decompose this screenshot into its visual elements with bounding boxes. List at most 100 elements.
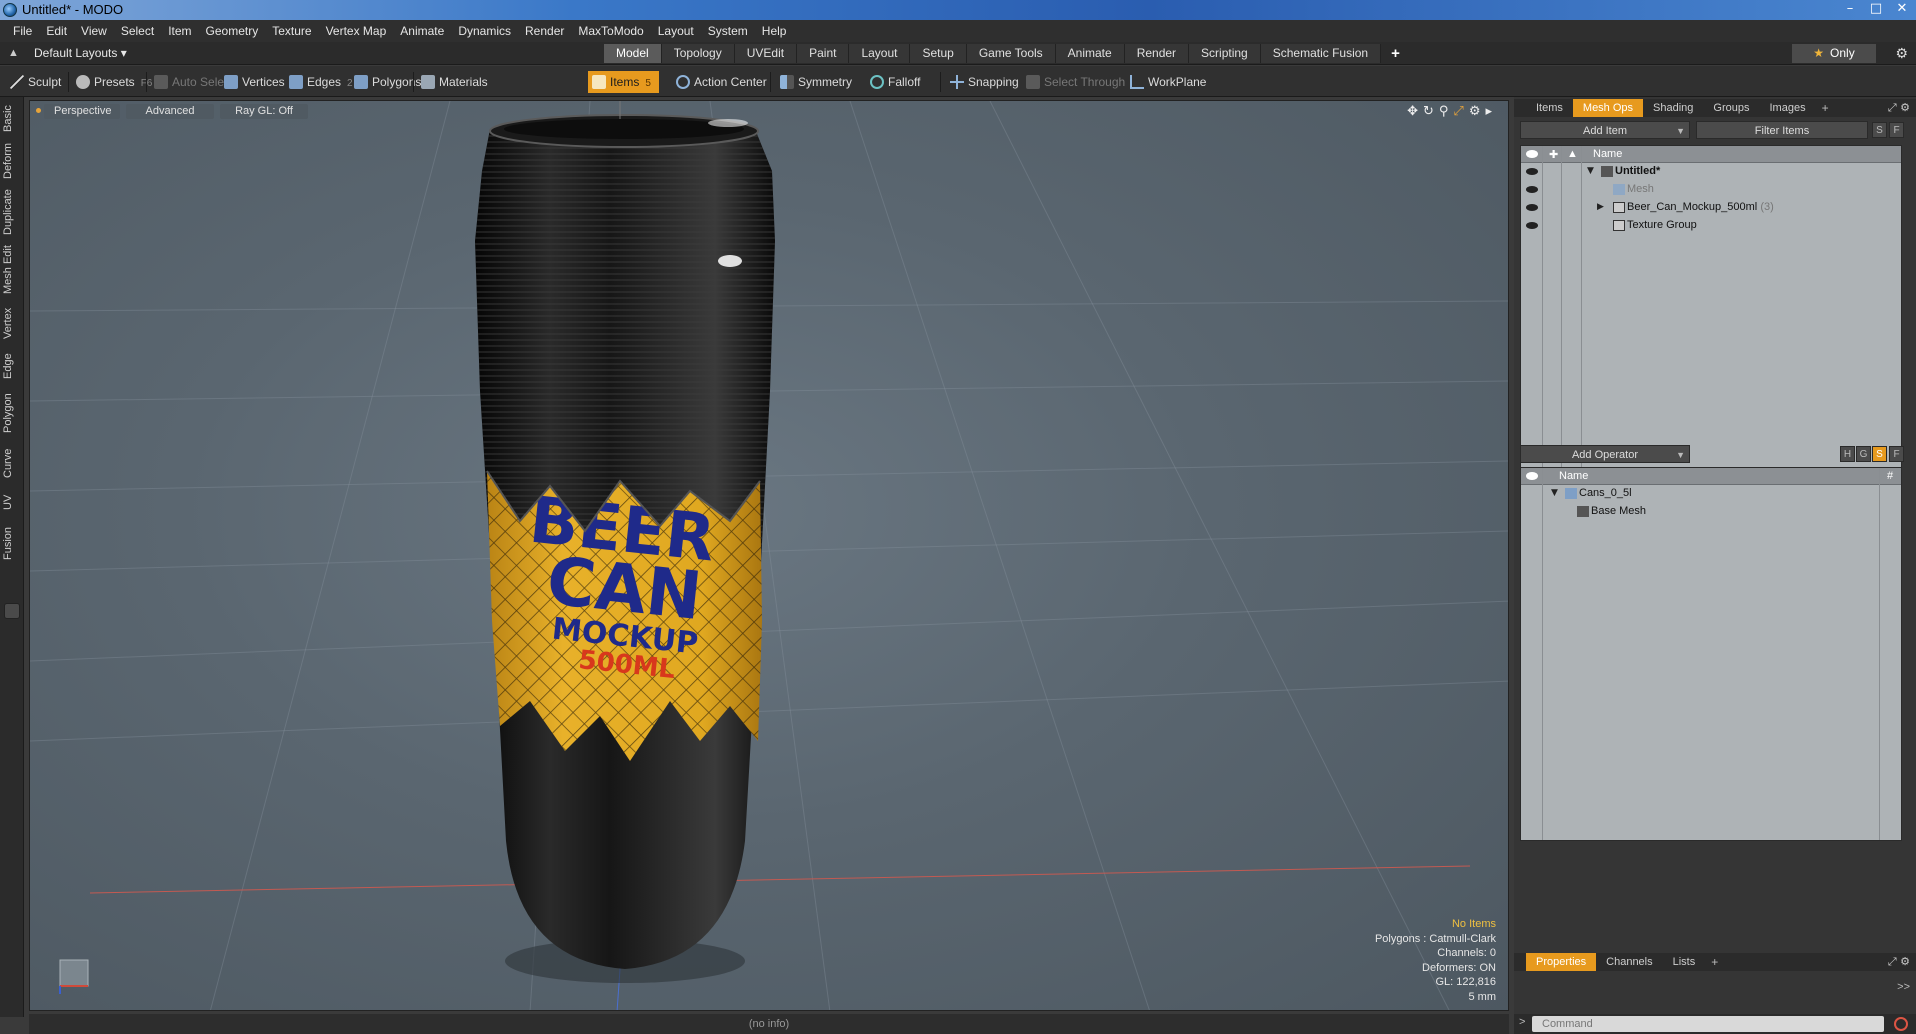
filter-items-field[interactable]: Filter Items — [1696, 121, 1868, 139]
menu-help[interactable]: Help — [755, 24, 794, 38]
menu-view[interactable]: View — [74, 24, 114, 38]
sculpt-button[interactable]: Sculpt — [6, 71, 61, 93]
left-tab-duplicate[interactable]: Duplicate — [2, 187, 22, 237]
left-tab-uv[interactable]: UV — [2, 489, 22, 515]
expand-icon[interactable]: ▶ — [1597, 202, 1604, 212]
menu-layout[interactable]: Layout — [651, 24, 701, 38]
layout-dropdown[interactable]: Default Layouts ▾ — [34, 46, 127, 60]
add-tab-icon[interactable]: + — [1381, 44, 1410, 63]
polygons-button[interactable]: Polygons — [350, 71, 421, 93]
layout-toggle-icon[interactable]: ▲ — [8, 47, 20, 59]
left-tab-fusion[interactable]: Fusion — [2, 521, 22, 565]
record-macro-icon[interactable] — [1894, 1017, 1908, 1031]
presets-button[interactable]: PresetsF6 — [72, 71, 152, 93]
mesh-ops-name-header[interactable]: Name — [1559, 470, 1588, 482]
minimize-icon[interactable]: – — [1840, 0, 1860, 18]
left-tab-basic[interactable]: Basic — [2, 103, 22, 135]
mesh-ops-g-button[interactable]: G — [1856, 446, 1871, 462]
add-properties-tab-icon[interactable]: + — [1705, 955, 1724, 969]
falloff-button[interactable]: Falloff — [866, 71, 920, 93]
action-center-button[interactable]: Action Center — [672, 71, 767, 93]
items-f-button[interactable]: F — [1889, 122, 1904, 138]
list-item-texture-group[interactable]: Texture Group — [1521, 217, 1901, 235]
menu-edit[interactable]: Edit — [39, 24, 74, 38]
mesh-ops-f-button[interactable]: F — [1889, 446, 1904, 462]
viewport-expand-icon[interactable]: ▸ — [1485, 104, 1492, 119]
symmetry-button[interactable]: Symmetry — [776, 71, 852, 93]
tab-lists[interactable]: Lists — [1663, 953, 1706, 971]
tab-items[interactable]: Items — [1526, 99, 1573, 117]
tab-topology[interactable]: Topology — [661, 44, 735, 63]
tab-setup[interactable]: Setup — [910, 44, 967, 63]
left-panel-toggle[interactable] — [4, 603, 20, 619]
eye-icon[interactable] — [1526, 168, 1538, 175]
tab-groups[interactable]: Groups — [1703, 99, 1759, 117]
menu-texture[interactable]: Texture — [265, 24, 318, 38]
left-tab-deform[interactable]: Deform — [2, 141, 22, 181]
menu-animate[interactable]: Animate — [393, 24, 451, 38]
edges-button[interactable]: Edges 2 — [285, 71, 353, 93]
left-tab-mesh-edit[interactable]: Mesh Edit — [2, 243, 22, 297]
gear-icon[interactable]: ⚙ — [1895, 45, 1908, 62]
expand-properties-button[interactable]: >> — [1897, 981, 1910, 993]
collapse-icon[interactable]: ▼ — [1587, 166, 1594, 176]
menu-geometry[interactable]: Geometry — [199, 24, 266, 38]
tab-scripting[interactable]: Scripting — [1189, 44, 1261, 63]
select-through-button[interactable]: Select Through — [1022, 71, 1125, 93]
panel-options-icon[interactable]: ⤢ ⚙ — [1888, 101, 1910, 115]
snapping-button[interactable]: Snapping — [946, 71, 1019, 93]
mesh-op-cans[interactable]: ▼ Cans_0_5l — [1521, 485, 1901, 503]
tab-shading[interactable]: Shading — [1643, 99, 1703, 117]
materials-button[interactable]: Materials — [417, 71, 488, 93]
workplane-button[interactable]: WorkPlane — [1126, 71, 1206, 93]
viewport-menu-dot-icon[interactable] — [36, 108, 41, 113]
view-type-dropdown[interactable]: Perspective — [44, 104, 120, 119]
tab-game-tools[interactable]: Game Tools — [966, 44, 1056, 63]
add-panel-tab-icon[interactable]: + — [1816, 101, 1835, 115]
raygl-toggle[interactable]: Ray GL: Off — [220, 104, 308, 119]
eye-icon[interactable] — [1526, 186, 1538, 193]
mesh-ops-s-button[interactable]: S — [1872, 446, 1887, 462]
left-tab-edge[interactable]: Edge — [2, 349, 22, 383]
list-item-mesh[interactable]: Mesh — [1521, 181, 1901, 199]
properties-options-icon[interactable]: ⤢ ⚙ — [1888, 955, 1910, 969]
eye-icon[interactable] — [1526, 204, 1538, 211]
list-item-beer-can[interactable]: ▶ Beer_Can_Mockup_500ml (3) — [1521, 199, 1901, 217]
tab-model[interactable]: Model — [604, 44, 662, 63]
menu-item[interactable]: Item — [161, 24, 198, 38]
eye-icon[interactable] — [1526, 222, 1538, 229]
tab-mesh-ops[interactable]: Mesh Ops — [1572, 99, 1644, 117]
tab-paint[interactable]: Paint — [797, 44, 850, 63]
shading-dropdown[interactable]: Advanced — [126, 104, 214, 119]
menu-file[interactable]: File — [6, 24, 39, 38]
zoom-icon[interactable]: ⚲ — [1439, 104, 1449, 119]
fit-view-icon[interactable]: ⤢ — [1453, 104, 1463, 119]
tab-properties[interactable]: Properties — [1526, 953, 1597, 971]
add-operator-dropdown[interactable]: Add Operator ▼ — [1520, 445, 1690, 463]
left-tab-curve[interactable]: Curve — [2, 443, 22, 483]
menu-vertex-map[interactable]: Vertex Map — [319, 24, 394, 38]
left-tab-vertex[interactable]: Vertex — [2, 303, 22, 343]
mesh-op-base-mesh[interactable]: Base Mesh — [1521, 503, 1901, 521]
list-item-untitled[interactable]: ▼ Untitled* — [1521, 163, 1901, 181]
only-button[interactable]: ★ Only — [1792, 44, 1876, 63]
items-s-button[interactable]: S — [1872, 122, 1887, 138]
menu-maxtomodo[interactable]: MaxToModo — [571, 24, 650, 38]
viewport-settings-icon[interactable]: ⚙ — [1469, 104, 1481, 119]
tab-render[interactable]: Render — [1124, 44, 1190, 63]
tab-images[interactable]: Images — [1760, 99, 1816, 117]
pan-icon[interactable]: ✥ — [1407, 104, 1418, 119]
items-button[interactable]: Items 5 — [588, 71, 659, 93]
collapse-icon[interactable]: ▼ — [1551, 488, 1558, 498]
tab-channels[interactable]: Channels — [1596, 953, 1662, 971]
tab-layout[interactable]: Layout — [849, 44, 911, 63]
command-input[interactable]: Command — [1532, 1016, 1884, 1032]
tab-uvedit[interactable]: UVEdit — [734, 44, 798, 63]
left-tab-polygon[interactable]: Polygon — [2, 389, 22, 437]
mesh-ops-list[interactable]: Name # ▼ Cans_0_5l Base Mesh — [1520, 467, 1902, 841]
menu-system[interactable]: System — [701, 24, 755, 38]
mesh-ops-h-button[interactable]: H — [1840, 446, 1855, 462]
tab-animate[interactable]: Animate — [1055, 44, 1125, 63]
rotate-icon[interactable]: ↻ — [1423, 104, 1434, 119]
menu-render[interactable]: Render — [518, 24, 571, 38]
